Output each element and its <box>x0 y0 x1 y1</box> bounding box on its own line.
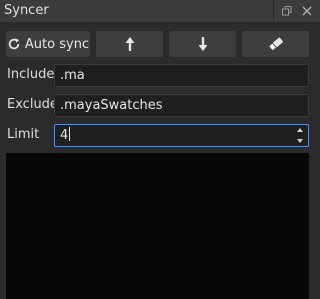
exclude-label: Exclude <box>7 97 58 112</box>
auto-sync-label: Auto sync <box>24 36 90 52</box>
arrow-up-icon <box>125 37 134 51</box>
limit-value: 4 <box>60 128 69 143</box>
window-title: Syncer <box>4 3 49 18</box>
eraser-icon <box>268 37 283 51</box>
close-icon <box>302 6 312 16</box>
float-window-button[interactable] <box>278 2 296 20</box>
text-caret <box>69 127 71 141</box>
refresh-icon <box>8 38 20 50</box>
arrow-down-icon <box>198 37 207 51</box>
limit-label: Limit <box>7 127 40 142</box>
chevron-down-icon <box>297 139 303 143</box>
move-down-button[interactable] <box>169 31 236 57</box>
title-bar-divider <box>273 0 274 22</box>
auto-sync-button[interactable]: Auto sync <box>6 31 90 57</box>
log-output[interactable] <box>6 153 309 299</box>
include-value: .ma <box>60 68 85 83</box>
exclude-input[interactable]: .mayaSwatches <box>54 94 309 117</box>
include-label: Include <box>7 67 55 82</box>
limit-decrement-button[interactable] <box>296 137 304 145</box>
limit-spin-buttons <box>296 126 304 145</box>
clear-button[interactable] <box>242 31 309 57</box>
limit-increment-button[interactable] <box>296 126 304 134</box>
title-bar: Syncer <box>0 0 320 22</box>
close-button[interactable] <box>298 2 316 20</box>
move-up-button[interactable] <box>96 31 163 57</box>
limit-spinbox[interactable]: 4 <box>54 124 309 147</box>
float-icon <box>282 6 292 16</box>
chevron-up-icon <box>297 128 303 132</box>
include-input[interactable]: .ma <box>54 64 309 87</box>
exclude-value: .mayaSwatches <box>60 98 163 113</box>
